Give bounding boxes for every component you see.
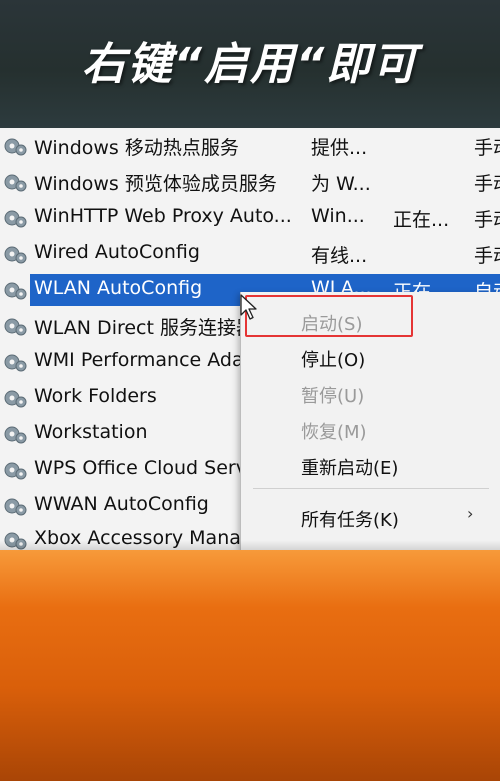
menu-separator (253, 488, 489, 489)
service-row[interactable]: Windows 预览体验成员服务 为 W... 手动 (0, 164, 500, 200)
service-row[interactable]: Windows 移动热点服务 提供... 手动 (0, 128, 500, 164)
menu-item-restart[interactable]: 重新启动(E) (301, 454, 398, 480)
gear-icon (4, 174, 27, 192)
menu-item-resume[interactable]: 恢复(M) (301, 418, 367, 444)
gear-icon (4, 498, 27, 516)
service-description: Win... (311, 205, 365, 227)
gear-icon (4, 246, 27, 264)
banner-title: 右键“启用“即可 (81, 39, 419, 90)
orange-background (0, 550, 500, 781)
gear-icon (4, 210, 27, 228)
service-startup-type: 手动 (474, 137, 500, 159)
gear-icon (4, 354, 27, 372)
service-name: Windows 预览体验成员服务 (34, 173, 277, 195)
service-startup-type: 手动 (474, 245, 500, 267)
gear-icon (4, 282, 27, 300)
gear-icon (4, 390, 27, 408)
menu-item-all-tasks[interactable]: 所有任务(K) (301, 506, 399, 532)
service-name: Windows 移动热点服务 (34, 137, 239, 159)
gear-icon (4, 462, 27, 480)
service-status: 正在... (393, 209, 450, 231)
service-name: WinHTTP Web Proxy Auto... (34, 205, 292, 227)
service-row[interactable]: Wired AutoConfig 有线... 手动 (0, 236, 500, 272)
menu-item-stop[interactable]: 停止(O) (301, 346, 365, 372)
service-description: 有线... (311, 245, 368, 267)
chevron-right-icon: › (467, 504, 474, 523)
service-startup-type: 手动 (474, 209, 500, 231)
screen-edge-shadow (0, 540, 500, 550)
menu-item-pause[interactable]: 暂停(U) (301, 382, 364, 408)
mouse-pointer-icon (240, 294, 257, 320)
service-name: Wired AutoConfig (34, 241, 200, 263)
header-band: 右键“启用“即可 (0, 0, 500, 128)
red-highlight-box (245, 295, 413, 337)
service-description: 为 W... (311, 173, 371, 195)
service-row[interactable]: WinHTTP Web Proxy Auto... Win... 正在... 手… (0, 200, 500, 236)
gear-icon (4, 318, 27, 336)
gear-icon (4, 138, 27, 156)
service-description: 提供... (311, 137, 368, 159)
gear-icon (4, 426, 27, 444)
service-startup-type: 手动 (474, 173, 500, 195)
